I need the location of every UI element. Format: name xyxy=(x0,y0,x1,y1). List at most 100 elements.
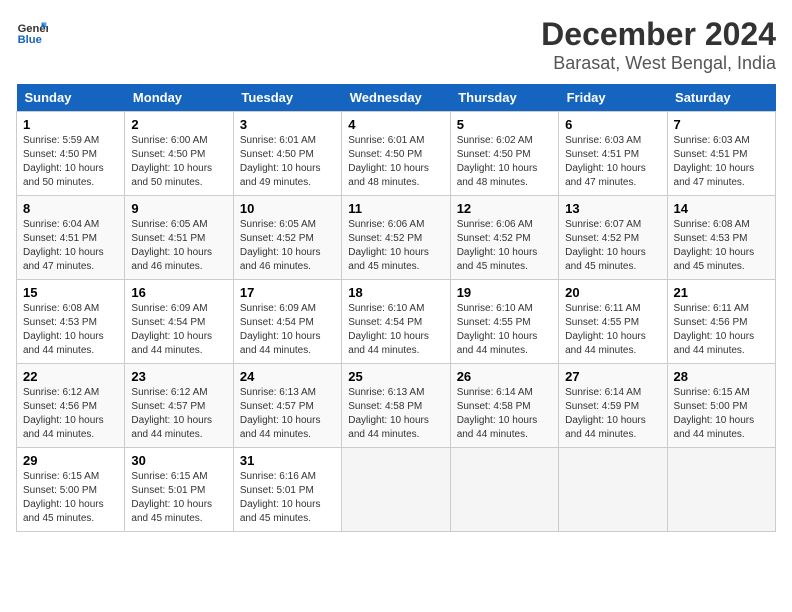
calendar-cell: 27 Sunrise: 6:14 AMSunset: 4:59 PMDaylig… xyxy=(559,364,667,448)
calendar-cell: 16 Sunrise: 6:09 AMSunset: 4:54 PMDaylig… xyxy=(125,280,233,364)
day-number: 16 xyxy=(131,285,226,300)
calendar-cell: 28 Sunrise: 6:15 AMSunset: 5:00 PMDaylig… xyxy=(667,364,775,448)
calendar-cell: 15 Sunrise: 6:08 AMSunset: 4:53 PMDaylig… xyxy=(17,280,125,364)
day-number: 12 xyxy=(457,201,552,216)
day-info: Sunrise: 6:07 AMSunset: 4:52 PMDaylight:… xyxy=(565,219,646,272)
day-number: 30 xyxy=(131,453,226,468)
calendar-cell: 22 Sunrise: 6:12 AMSunset: 4:56 PMDaylig… xyxy=(17,364,125,448)
calendar-cell: 12 Sunrise: 6:06 AMSunset: 4:52 PMDaylig… xyxy=(450,196,558,280)
svg-text:Blue: Blue xyxy=(18,34,42,46)
weekday-header-friday: Friday xyxy=(559,84,667,112)
calendar-cell: 29 Sunrise: 6:15 AMSunset: 5:00 PMDaylig… xyxy=(17,448,125,532)
logo: General Blue xyxy=(16,16,48,48)
calendar-cell: 20 Sunrise: 6:11 AMSunset: 4:55 PMDaylig… xyxy=(559,280,667,364)
day-info: Sunrise: 6:10 AMSunset: 4:54 PMDaylight:… xyxy=(348,303,429,356)
weekday-header-tuesday: Tuesday xyxy=(233,84,341,112)
page-header: General Blue December 2024 Barasat, West… xyxy=(16,16,776,74)
day-info: Sunrise: 6:08 AMSunset: 4:53 PMDaylight:… xyxy=(674,219,755,272)
day-info: Sunrise: 6:06 AMSunset: 4:52 PMDaylight:… xyxy=(348,219,429,272)
calendar-cell: 25 Sunrise: 6:13 AMSunset: 4:58 PMDaylig… xyxy=(342,364,450,448)
weekday-header-wednesday: Wednesday xyxy=(342,84,450,112)
day-number: 11 xyxy=(348,201,443,216)
calendar-week-row: 15 Sunrise: 6:08 AMSunset: 4:53 PMDaylig… xyxy=(17,280,776,364)
day-info: Sunrise: 6:13 AMSunset: 4:58 PMDaylight:… xyxy=(348,387,429,440)
day-info: Sunrise: 6:12 AMSunset: 4:57 PMDaylight:… xyxy=(131,387,212,440)
day-info: Sunrise: 6:16 AMSunset: 5:01 PMDaylight:… xyxy=(240,471,321,524)
day-number: 22 xyxy=(23,369,118,384)
calendar-cell: 11 Sunrise: 6:06 AMSunset: 4:52 PMDaylig… xyxy=(342,196,450,280)
day-number: 17 xyxy=(240,285,335,300)
calendar-cell: 17 Sunrise: 6:09 AMSunset: 4:54 PMDaylig… xyxy=(233,280,341,364)
calendar-cell: 26 Sunrise: 6:14 AMSunset: 4:58 PMDaylig… xyxy=(450,364,558,448)
day-info: Sunrise: 6:02 AMSunset: 4:50 PMDaylight:… xyxy=(457,135,538,188)
day-info: Sunrise: 6:01 AMSunset: 4:50 PMDaylight:… xyxy=(348,135,429,188)
calendar-cell: 6 Sunrise: 6:03 AMSunset: 4:51 PMDayligh… xyxy=(559,112,667,196)
day-number: 5 xyxy=(457,117,552,132)
day-info: Sunrise: 6:08 AMSunset: 4:53 PMDaylight:… xyxy=(23,303,104,356)
day-number: 19 xyxy=(457,285,552,300)
day-info: Sunrise: 6:01 AMSunset: 4:50 PMDaylight:… xyxy=(240,135,321,188)
day-info: Sunrise: 6:14 AMSunset: 4:59 PMDaylight:… xyxy=(565,387,646,440)
day-number: 13 xyxy=(565,201,660,216)
day-info: Sunrise: 6:10 AMSunset: 4:55 PMDaylight:… xyxy=(457,303,538,356)
day-info: Sunrise: 6:12 AMSunset: 4:56 PMDaylight:… xyxy=(23,387,104,440)
weekday-header-sunday: Sunday xyxy=(17,84,125,112)
day-number: 9 xyxy=(131,201,226,216)
day-info: Sunrise: 5:59 AMSunset: 4:50 PMDaylight:… xyxy=(23,135,104,188)
calendar-week-row: 1 Sunrise: 5:59 AMSunset: 4:50 PMDayligh… xyxy=(17,112,776,196)
day-number: 8 xyxy=(23,201,118,216)
calendar-title: December 2024 xyxy=(541,16,776,53)
weekday-header-saturday: Saturday xyxy=(667,84,775,112)
calendar-cell xyxy=(342,448,450,532)
calendar-cell: 13 Sunrise: 6:07 AMSunset: 4:52 PMDaylig… xyxy=(559,196,667,280)
title-block: December 2024 Barasat, West Bengal, Indi… xyxy=(541,16,776,74)
calendar-cell: 7 Sunrise: 6:03 AMSunset: 4:51 PMDayligh… xyxy=(667,112,775,196)
calendar-cell: 3 Sunrise: 6:01 AMSunset: 4:50 PMDayligh… xyxy=(233,112,341,196)
day-info: Sunrise: 6:09 AMSunset: 4:54 PMDaylight:… xyxy=(240,303,321,356)
calendar-cell: 19 Sunrise: 6:10 AMSunset: 4:55 PMDaylig… xyxy=(450,280,558,364)
day-info: Sunrise: 6:15 AMSunset: 5:01 PMDaylight:… xyxy=(131,471,212,524)
day-info: Sunrise: 6:05 AMSunset: 4:51 PMDaylight:… xyxy=(131,219,212,272)
calendar-cell: 9 Sunrise: 6:05 AMSunset: 4:51 PMDayligh… xyxy=(125,196,233,280)
calendar-cell xyxy=(450,448,558,532)
weekday-header-thursday: Thursday xyxy=(450,84,558,112)
day-number: 31 xyxy=(240,453,335,468)
day-number: 23 xyxy=(131,369,226,384)
day-number: 1 xyxy=(23,117,118,132)
day-info: Sunrise: 6:04 AMSunset: 4:51 PMDaylight:… xyxy=(23,219,104,272)
day-info: Sunrise: 6:11 AMSunset: 4:55 PMDaylight:… xyxy=(565,303,646,356)
calendar-cell: 2 Sunrise: 6:00 AMSunset: 4:50 PMDayligh… xyxy=(125,112,233,196)
day-number: 28 xyxy=(674,369,769,384)
calendar-cell: 31 Sunrise: 6:16 AMSunset: 5:01 PMDaylig… xyxy=(233,448,341,532)
calendar-week-row: 22 Sunrise: 6:12 AMSunset: 4:56 PMDaylig… xyxy=(17,364,776,448)
calendar-cell: 23 Sunrise: 6:12 AMSunset: 4:57 PMDaylig… xyxy=(125,364,233,448)
day-number: 18 xyxy=(348,285,443,300)
day-number: 25 xyxy=(348,369,443,384)
calendar-cell: 8 Sunrise: 6:04 AMSunset: 4:51 PMDayligh… xyxy=(17,196,125,280)
calendar-cell: 4 Sunrise: 6:01 AMSunset: 4:50 PMDayligh… xyxy=(342,112,450,196)
day-number: 20 xyxy=(565,285,660,300)
day-info: Sunrise: 6:15 AMSunset: 5:00 PMDaylight:… xyxy=(674,387,755,440)
day-number: 26 xyxy=(457,369,552,384)
calendar-cell: 30 Sunrise: 6:15 AMSunset: 5:01 PMDaylig… xyxy=(125,448,233,532)
day-number: 6 xyxy=(565,117,660,132)
calendar-cell: 10 Sunrise: 6:05 AMSunset: 4:52 PMDaylig… xyxy=(233,196,341,280)
day-number: 24 xyxy=(240,369,335,384)
calendar-cell: 14 Sunrise: 6:08 AMSunset: 4:53 PMDaylig… xyxy=(667,196,775,280)
day-info: Sunrise: 6:13 AMSunset: 4:57 PMDaylight:… xyxy=(240,387,321,440)
day-info: Sunrise: 6:03 AMSunset: 4:51 PMDaylight:… xyxy=(674,135,755,188)
day-number: 14 xyxy=(674,201,769,216)
day-info: Sunrise: 6:00 AMSunset: 4:50 PMDaylight:… xyxy=(131,135,212,188)
weekday-header-monday: Monday xyxy=(125,84,233,112)
day-info: Sunrise: 6:09 AMSunset: 4:54 PMDaylight:… xyxy=(131,303,212,356)
day-number: 10 xyxy=(240,201,335,216)
day-number: 27 xyxy=(565,369,660,384)
day-info: Sunrise: 6:03 AMSunset: 4:51 PMDaylight:… xyxy=(565,135,646,188)
calendar-cell xyxy=(559,448,667,532)
weekday-header-row: SundayMondayTuesdayWednesdayThursdayFrid… xyxy=(17,84,776,112)
day-number: 3 xyxy=(240,117,335,132)
day-number: 29 xyxy=(23,453,118,468)
day-number: 2 xyxy=(131,117,226,132)
calendar-cell: 18 Sunrise: 6:10 AMSunset: 4:54 PMDaylig… xyxy=(342,280,450,364)
calendar-week-row: 29 Sunrise: 6:15 AMSunset: 5:00 PMDaylig… xyxy=(17,448,776,532)
